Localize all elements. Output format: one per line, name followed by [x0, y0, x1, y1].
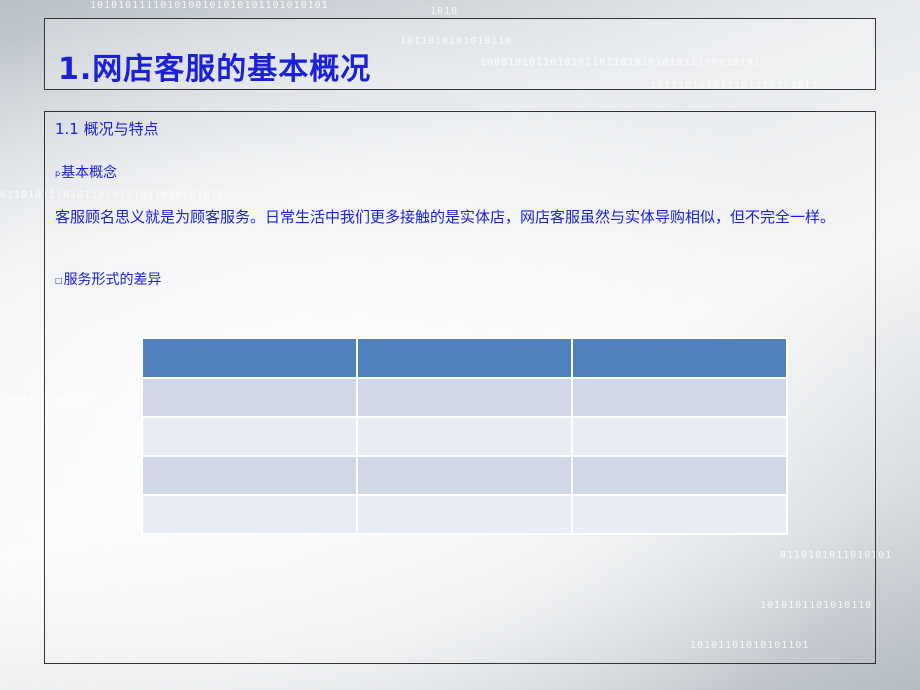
- table-row: [141, 494, 788, 535]
- table-cell: [141, 377, 358, 418]
- comparison-table: [141, 337, 788, 535]
- bullet-text: 基本概念: [61, 165, 118, 181]
- table-cell: [141, 455, 358, 496]
- background-decoration: 1010101111010100101010101101010101: [90, 0, 329, 11]
- bullet-basic-concept: p基本概念: [55, 162, 117, 182]
- table-cell: [356, 416, 573, 457]
- table-cell: [356, 494, 573, 535]
- table-header-cell: [571, 337, 788, 379]
- table-row: [141, 377, 788, 418]
- background-decoration: 1010: [430, 6, 459, 17]
- table-row: [141, 416, 788, 457]
- table-cell: [141, 494, 358, 535]
- table-cell: [571, 377, 788, 418]
- table-cell: [356, 455, 573, 496]
- table-header-row: [141, 337, 788, 379]
- table-cell: [571, 494, 788, 535]
- section-subtitle: 1.1 概况与特点: [55, 120, 159, 138]
- bullet-text: 服务形式的差异: [63, 272, 162, 288]
- bullet-marker: □: [55, 275, 63, 285]
- table-header-cell: [356, 337, 573, 379]
- bullet-service-form: □服务形式的差异: [55, 269, 162, 289]
- table-cell: [356, 377, 573, 418]
- table-header-cell: [141, 337, 358, 379]
- slide-title: 1.网店客服的基本概况: [58, 52, 372, 87]
- bullet-marker: p: [55, 168, 61, 178]
- table-cell: [571, 455, 788, 496]
- body-paragraph: 客服顾名思义就是为顾客服务。日常生活中我们更多接触的是实体店，网店客服虽然与实体…: [55, 208, 836, 226]
- table-cell: [141, 416, 358, 457]
- table-cell: [571, 416, 788, 457]
- table-row: [141, 455, 788, 496]
